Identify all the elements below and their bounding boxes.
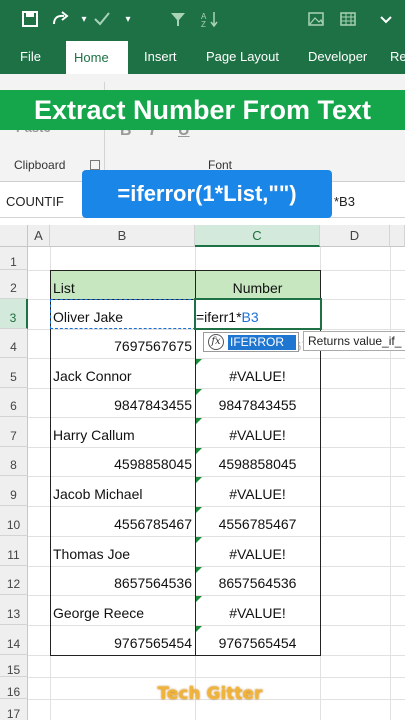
table-icon[interactable] (338, 10, 358, 30)
tab-page-layout[interactable]: Page Layout (198, 40, 287, 74)
more-icon[interactable] (376, 10, 396, 30)
row-header-2[interactable]: 2 (0, 270, 28, 299)
row-header-1[interactable]: 1 (0, 247, 28, 270)
redo-icon[interactable] (50, 10, 70, 30)
tab-home[interactable]: Home (66, 41, 128, 74)
dropdown-icon[interactable]: ▾ (118, 10, 138, 30)
spelling-icon[interactable] (92, 10, 112, 30)
column-header-e[interactable] (390, 225, 405, 247)
row-header-5[interactable]: 5 (0, 358, 28, 388)
video-title-banner: Extract Number From Text (0, 90, 405, 130)
active-cell[interactable] (194, 298, 322, 330)
dialog-launcher-icon[interactable] (90, 160, 100, 170)
tab-insert[interactable]: Insert (136, 40, 185, 74)
name-box[interactable]: COUNTIF (6, 190, 76, 214)
autocomplete-item-iferror[interactable]: IFERROR (228, 335, 296, 350)
sort-icon[interactable]: AZ (200, 10, 220, 30)
row-header-7[interactable]: 7 (0, 417, 28, 447)
row-header-6[interactable]: 6 (0, 388, 28, 417)
formula-callout: =iferror(1*List,"") (82, 170, 332, 218)
row-header-8[interactable]: 8 (0, 447, 28, 476)
filter-icon[interactable] (168, 10, 188, 30)
formula-input[interactable]: *B3 (334, 190, 355, 214)
image-icon[interactable] (306, 10, 326, 30)
row-header-15[interactable]: 15 (0, 655, 28, 677)
row-header-14[interactable]: 14 (0, 625, 28, 655)
column-header-a[interactable]: A (28, 225, 50, 247)
column-header-d[interactable]: D (320, 225, 390, 247)
select-all-corner[interactable] (0, 225, 28, 247)
quick-access-toolbar: ▾ ▾ AZ (0, 0, 405, 40)
tab-file[interactable]: File (12, 40, 49, 74)
gridline (390, 247, 391, 720)
function-tooltip: Returns value_if_ (303, 331, 405, 351)
row-header-13[interactable]: 13 (0, 595, 28, 625)
watermark-logo: Tech Gitter (157, 684, 263, 704)
row-header-11[interactable]: 11 (0, 536, 28, 566)
clipboard-group-label: Clipboard (14, 158, 66, 172)
row-header-4[interactable]: 4 (0, 329, 28, 358)
tab-review[interactable]: Re (382, 40, 405, 74)
referenced-cell-outline (50, 299, 196, 329)
save-icon[interactable] (20, 10, 40, 30)
gridline (28, 677, 405, 678)
svg-text:Z: Z (201, 20, 206, 28)
dropdown-icon[interactable]: ▾ (74, 10, 94, 30)
row-header-12[interactable]: 12 (0, 566, 28, 595)
row-header-3[interactable]: 3 (0, 299, 28, 329)
autocomplete-list: fx IFERROR (203, 332, 299, 352)
tab-developer[interactable]: Developer (300, 40, 375, 74)
ribbon-tabs: File Home Insert Page Layout Developer R… (0, 40, 405, 74)
column-header-b[interactable]: B (50, 225, 195, 247)
function-icon: fx (208, 334, 224, 350)
row-header-9[interactable]: 9 (0, 476, 28, 506)
row-header-10[interactable]: 10 (0, 506, 28, 536)
column-header-c[interactable]: C (195, 225, 320, 247)
